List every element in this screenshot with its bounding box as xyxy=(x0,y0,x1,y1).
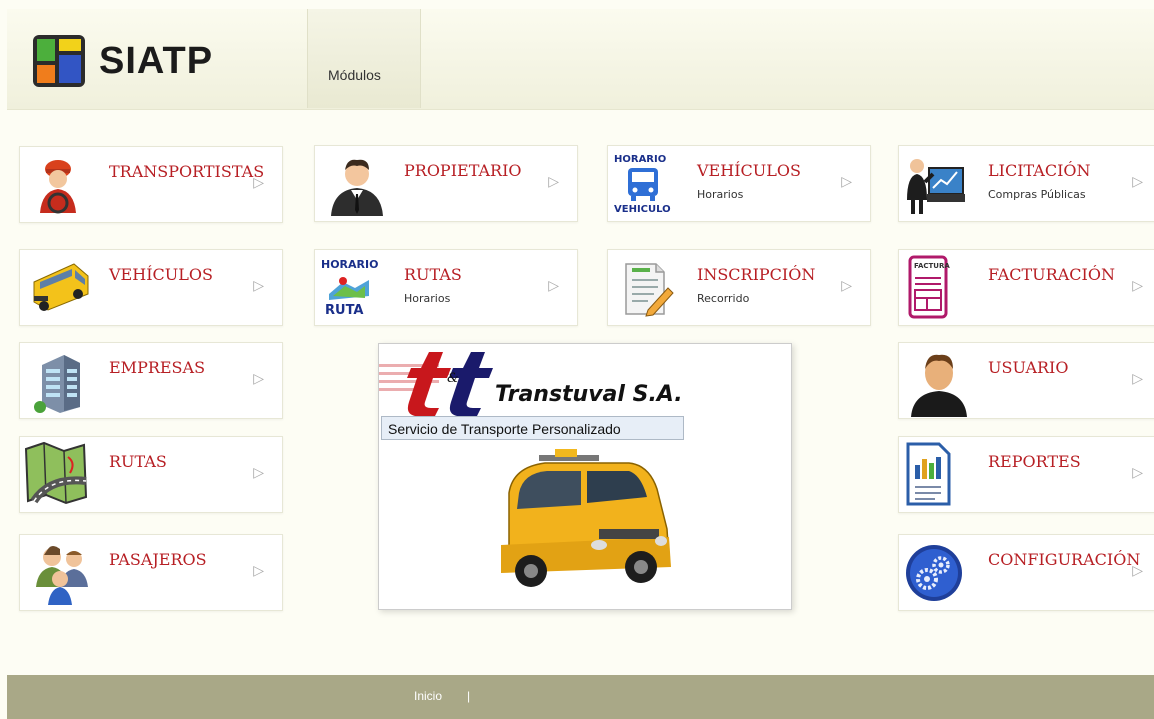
svg-text:FACTURA: FACTURA xyxy=(914,262,950,270)
chevron-right-icon: ▷ xyxy=(548,174,559,190)
presentation-icon xyxy=(903,154,965,214)
app-name: SIATP xyxy=(99,39,214,82)
chevron-right-icon: ▷ xyxy=(1132,465,1143,481)
card-subtitle: Horarios xyxy=(697,188,744,201)
svg-text:RUTA: RUTA xyxy=(325,303,364,318)
chevron-right-icon: ▷ xyxy=(253,175,264,191)
card-title: PROPIETARIO xyxy=(404,161,522,180)
svg-text:HORARIO: HORARIO xyxy=(614,154,666,165)
card-facturacion[interactable]: FACTURA FACTURACIÓN ▷ xyxy=(898,249,1154,326)
company-name: Transtuval S.A. xyxy=(495,382,683,407)
card-title: USUARIO xyxy=(988,358,1069,377)
chevron-right-icon: ▷ xyxy=(841,174,852,190)
svg-text:&: & xyxy=(447,371,459,386)
card-title: LICITACIÓN xyxy=(988,161,1091,180)
company-slogan: Servicio de Transporte Personalizado xyxy=(381,416,684,440)
footer-separator: | xyxy=(467,689,471,703)
logo-mark-icon xyxy=(33,35,85,87)
document-edit-icon xyxy=(618,258,678,318)
card-subtitle: Horarios xyxy=(404,292,451,305)
chevron-right-icon: ▷ xyxy=(1132,174,1143,190)
card-transportistas[interactable]: TRANSPORTISTAS ▷ xyxy=(19,146,283,223)
card-inscripcion[interactable]: INSCRIPCIÓN Recorrido ▷ xyxy=(607,249,871,326)
app-logo[interactable]: SIATP xyxy=(33,25,261,97)
school-bus-icon xyxy=(30,254,90,314)
user-icon xyxy=(909,351,969,417)
chevron-right-icon: ▷ xyxy=(253,465,264,481)
driver-icon xyxy=(30,155,90,215)
card-title: VEHÍCULOS xyxy=(109,265,213,284)
card-title: VEHÍCULOS xyxy=(697,161,801,180)
chevron-right-icon: ▷ xyxy=(253,563,264,579)
card-subtitle: Compras Públicas xyxy=(988,188,1086,201)
card-title: TRANSPORTISTAS xyxy=(109,162,265,181)
taxi-van-image xyxy=(489,449,689,599)
card-rutas-horarios[interactable]: HORARIO RUTA RUTAS Horarios ▷ xyxy=(314,249,578,326)
page: SIATP Módulos TRANSPORTISTAS ▷ VEHÍCULOS… xyxy=(0,0,1154,719)
card-usuario[interactable]: USUARIO ▷ xyxy=(898,342,1154,419)
chevron-right-icon: ▷ xyxy=(1132,563,1143,579)
card-pasajeros[interactable]: PASAJEROS ▷ xyxy=(19,534,283,611)
card-configuracion[interactable]: CONFIGURACIÓN ▷ xyxy=(898,534,1154,611)
card-subtitle: Recorrido xyxy=(697,292,750,305)
card-vehiculos[interactable]: VEHÍCULOS ▷ xyxy=(19,249,283,326)
svg-text:HORARIO: HORARIO xyxy=(321,258,378,271)
tab-modulos-label: Módulos xyxy=(328,67,381,83)
svg-text:VEHICULO: VEHICULO xyxy=(614,204,671,214)
horario-vehiculo-icon: HORARIO VEHICULO xyxy=(612,150,672,215)
chevron-right-icon: ▷ xyxy=(548,278,559,294)
passengers-icon xyxy=(30,543,90,605)
company-banner: & Transtuval S.A. Servicio de Transporte… xyxy=(378,343,792,610)
horario-ruta-icon: HORARIO RUTA xyxy=(319,254,379,318)
card-title: FACTURACIÓN xyxy=(988,265,1115,284)
gears-icon xyxy=(901,539,962,601)
map-icon xyxy=(24,441,88,505)
card-empresas[interactable]: EMPRESAS ▷ xyxy=(19,342,283,419)
building-icon xyxy=(30,351,90,413)
card-vehiculos-horarios[interactable]: HORARIO VEHICULO VEHÍCULOS Horarios ▷ xyxy=(607,145,871,222)
card-licitacion[interactable]: LICITACIÓN Compras Públicas ▷ xyxy=(898,145,1154,222)
card-title: EMPRESAS xyxy=(109,358,206,377)
chevron-right-icon: ▷ xyxy=(1132,371,1143,387)
chevron-right-icon: ▷ xyxy=(841,278,852,294)
header: SIATP Módulos xyxy=(7,9,1154,110)
card-title: INSCRIPCIÓN xyxy=(697,265,816,284)
card-title: RUTAS xyxy=(109,452,167,471)
invoice-icon: FACTURA xyxy=(907,254,967,319)
company-logo: & Transtuval S.A. Servicio de Transporte… xyxy=(379,344,685,442)
chevron-right-icon: ▷ xyxy=(253,278,264,294)
chevron-right-icon: ▷ xyxy=(253,371,264,387)
card-propietario[interactable]: PROPIETARIO ▷ xyxy=(314,145,578,222)
businessman-icon xyxy=(327,154,387,216)
card-title: REPORTES xyxy=(988,452,1081,471)
card-title: PASAJEROS xyxy=(109,550,207,569)
footer: Inicio | xyxy=(7,675,1154,719)
report-icon xyxy=(905,441,965,506)
card-title: CONFIGURACIÓN xyxy=(988,550,1141,569)
tab-modulos[interactable]: Módulos xyxy=(307,9,421,108)
chevron-right-icon: ▷ xyxy=(1132,278,1143,294)
card-reportes[interactable]: REPORTES ▷ xyxy=(898,436,1154,513)
card-title: RUTAS xyxy=(404,265,462,284)
card-rutas[interactable]: RUTAS ▷ xyxy=(19,436,283,513)
footer-home-link[interactable]: Inicio xyxy=(414,689,442,703)
